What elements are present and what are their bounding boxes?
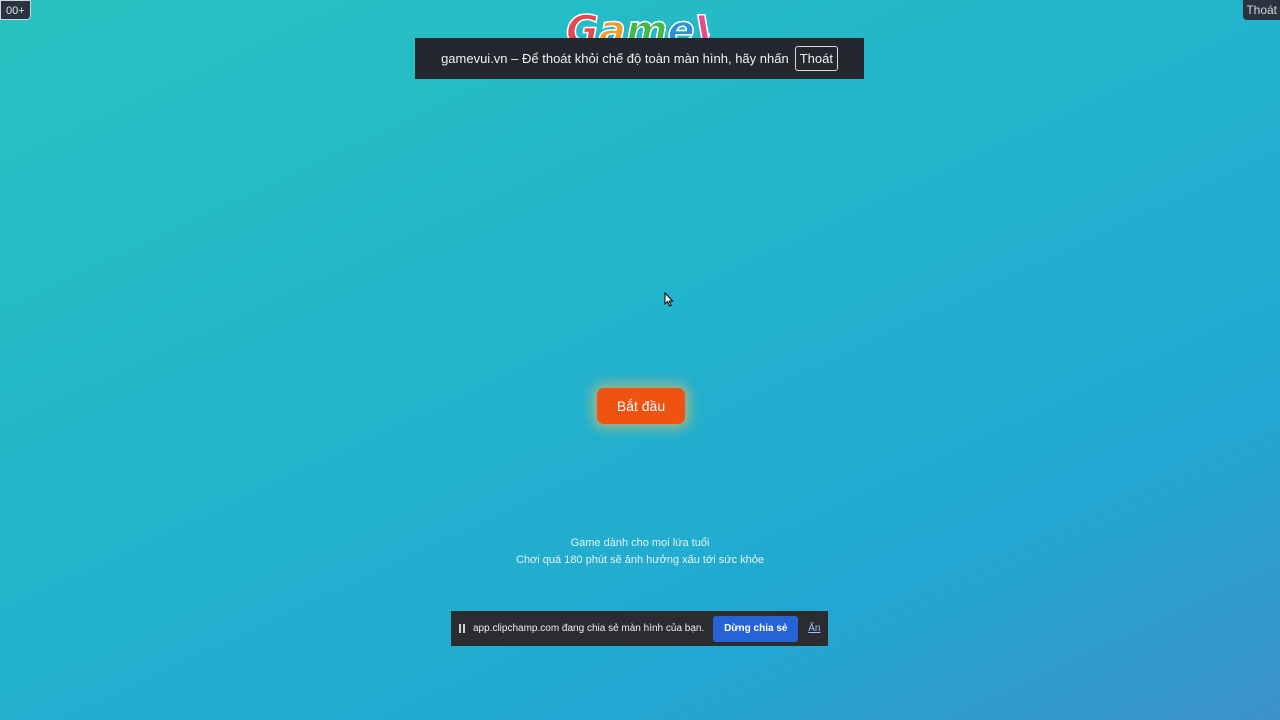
fullscreen-exit-button[interactable]: Thoát — [794, 46, 838, 71]
fullscreen-notice-text: gamevui.vn – Để thoát khỏi chế độ toàn m… — [441, 51, 789, 66]
gamevui-logo[interactable]: GameVui — [566, 4, 710, 38]
screen-share-message: app.clipchamp.com đang chia sẻ màn hình … — [473, 623, 705, 634]
start-game-button[interactable]: Bắt đầu — [597, 388, 685, 424]
mouse-cursor-icon — [664, 291, 674, 312]
stop-sharing-button[interactable]: Dừng chia sẻ — [713, 615, 799, 642]
fullscreen-notice-banner: gamevui.vn – Để thoát khỏi chế độ toàn m… — [415, 38, 864, 79]
age-notice-line2: Chơi quá 180 phút sẽ ảnh hưởng xấu tới s… — [516, 554, 764, 566]
logo-graphic: GameVui — [566, 7, 710, 38]
hide-share-bar-link[interactable]: Ẩn — [808, 623, 820, 634]
svg-text:GameVui: GameVui — [566, 8, 710, 38]
age-notice-line1: Game dành cho mọi lứa tuổi — [570, 537, 710, 549]
exit-corner-button[interactable]: Thoát — [1243, 0, 1280, 20]
drag-handle-icon[interactable] — [459, 624, 465, 633]
age-rating-badge: 00+ — [0, 0, 31, 20]
screen-share-bar: app.clipchamp.com đang chia sẻ màn hình … — [451, 611, 828, 646]
age-notice: Game dành cho mọi lứa tuổi Chơi quá 180 … — [440, 535, 840, 569]
